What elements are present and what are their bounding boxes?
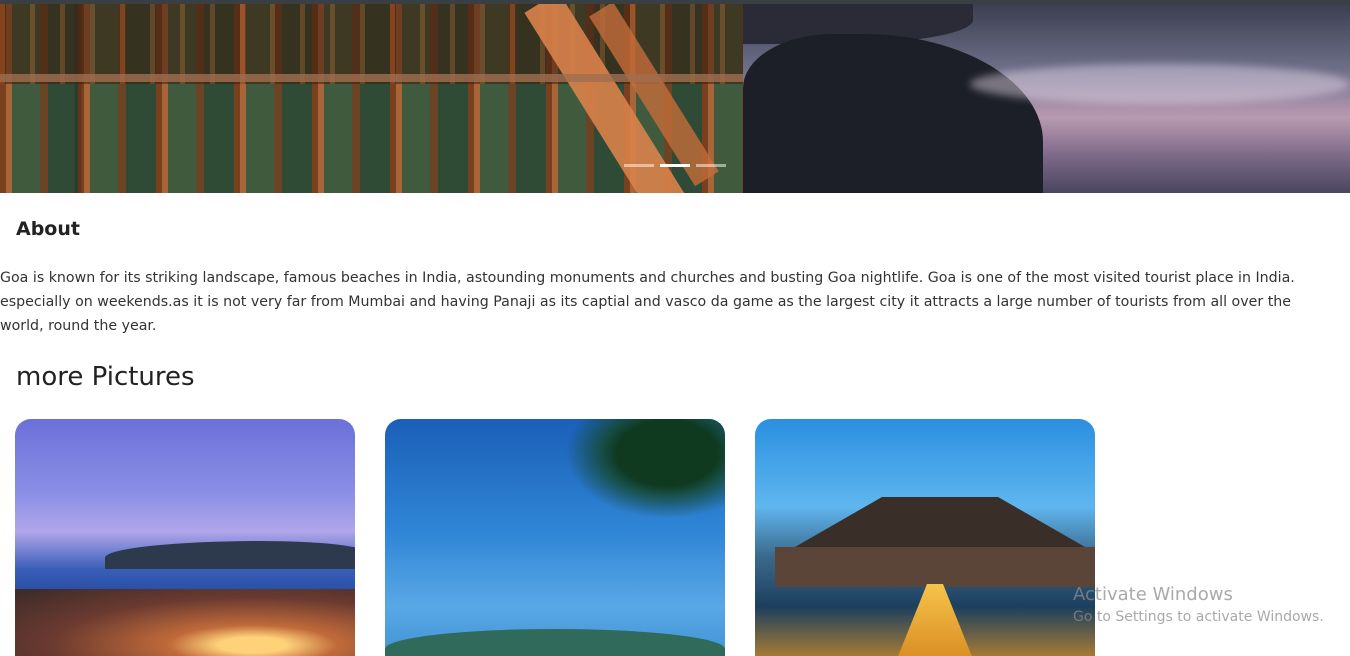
gallery-image-water-villa[interactable] [755,419,1095,656]
about-text: Goa is known for its striking landscape,… [0,270,1295,334]
watermark-title: Activate Windows [1073,584,1233,605]
carousel-indicator[interactable] [624,164,654,167]
villa-body-shape [775,547,1095,587]
carousel-indicators [624,164,726,167]
more-pictures-heading: more Pictures [16,362,195,392]
activate-windows-watermark: Activate Windows Go to Settings to activ… [1073,584,1324,628]
carousel-indicator[interactable] [696,164,726,167]
watermark-subtitle: Go to Settings to activate Windows. [1073,609,1324,625]
bonfire-shape [15,589,355,656]
about-heading: About [16,218,80,240]
dock-shape [895,584,975,656]
gallery-image-palm-beach[interactable] [385,419,725,656]
hill-shape [385,629,725,656]
villa-roof-shape [795,497,1085,547]
hero-carousel[interactable] [0,4,1350,193]
gallery-image-beach-dinner[interactable] [15,419,355,656]
rock-shape [743,34,1043,193]
carousel-image-right [743,4,1350,193]
carousel-indicator[interactable] [660,164,690,167]
wave-foam [970,64,1350,104]
palm-shape [565,419,725,519]
